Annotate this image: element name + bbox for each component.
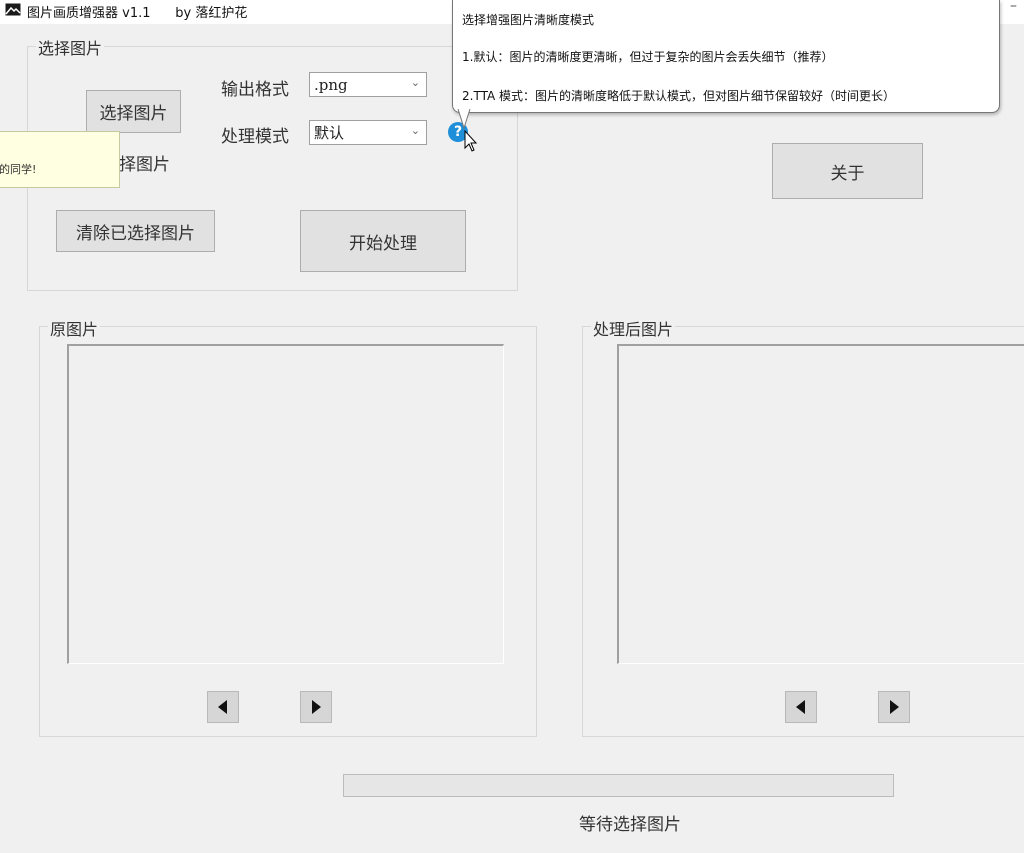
output-format-select[interactable]: .png ⌄ xyxy=(309,72,427,97)
processed-next-button[interactable] xyxy=(878,691,910,723)
window-title: 图片画质增强器 v1.1 by 落红护花 xyxy=(27,6,248,21)
about-button[interactable]: 关于 xyxy=(772,143,923,199)
minimize-button[interactable]: – xyxy=(1010,0,1017,14)
processed-image-view xyxy=(617,344,1024,664)
process-mode-value: 默认 xyxy=(314,124,345,142)
chevron-down-icon: ⌄ xyxy=(410,76,420,89)
tooltip-title: 选择增强图片清晰度模式 xyxy=(462,13,595,27)
select-group-legend: 选择图片 xyxy=(36,35,105,59)
processed-prev-button[interactable] xyxy=(785,691,817,723)
progress-bar xyxy=(343,774,894,797)
side-note-balloon: 的同学! xyxy=(0,131,120,188)
original-panel-legend: 原图片 xyxy=(48,316,101,340)
mouse-pointer-icon xyxy=(464,130,478,152)
original-next-button[interactable] xyxy=(300,691,332,723)
output-format-label: 输出格式 xyxy=(221,80,289,100)
image-icon xyxy=(5,3,21,16)
select-image-button[interactable]: 选择图片 xyxy=(86,90,181,133)
tooltip-line-2: 2.TTA 模式：图片的清晰度略低于默认模式，但对图片细节保留较好（时间更长） xyxy=(462,89,895,103)
triangle-left-icon xyxy=(796,700,805,714)
mode-help-tooltip: 选择增强图片清晰度模式 1.默认：图片的清晰度更清晰，但过于复杂的图片会丢失细节… xyxy=(452,0,1000,113)
status-text: 等待选择图片 xyxy=(579,815,681,835)
process-mode-label: 处理模式 xyxy=(221,127,289,147)
output-format-value: .png xyxy=(314,75,348,94)
clear-selected-button[interactable]: 清除已选择图片 xyxy=(56,210,215,252)
side-note-text: 的同学! xyxy=(0,163,37,176)
selected-image-label: 择图片 xyxy=(119,155,170,175)
start-processing-button[interactable]: 开始处理 xyxy=(300,210,466,272)
original-prev-button[interactable] xyxy=(207,691,239,723)
triangle-left-icon xyxy=(218,700,227,714)
process-mode-select[interactable]: 默认 ⌄ xyxy=(309,120,427,145)
processed-panel-legend: 处理后图片 xyxy=(591,316,676,340)
triangle-right-icon xyxy=(890,700,899,714)
triangle-right-icon xyxy=(312,700,321,714)
tooltip-line-1: 1.默认：图片的清晰度更清晰，但过于复杂的图片会丢失细节（推荐） xyxy=(462,50,834,64)
original-image-view xyxy=(67,344,504,664)
tooltip-tail xyxy=(457,108,471,130)
chevron-down-icon: ⌄ xyxy=(410,124,420,137)
